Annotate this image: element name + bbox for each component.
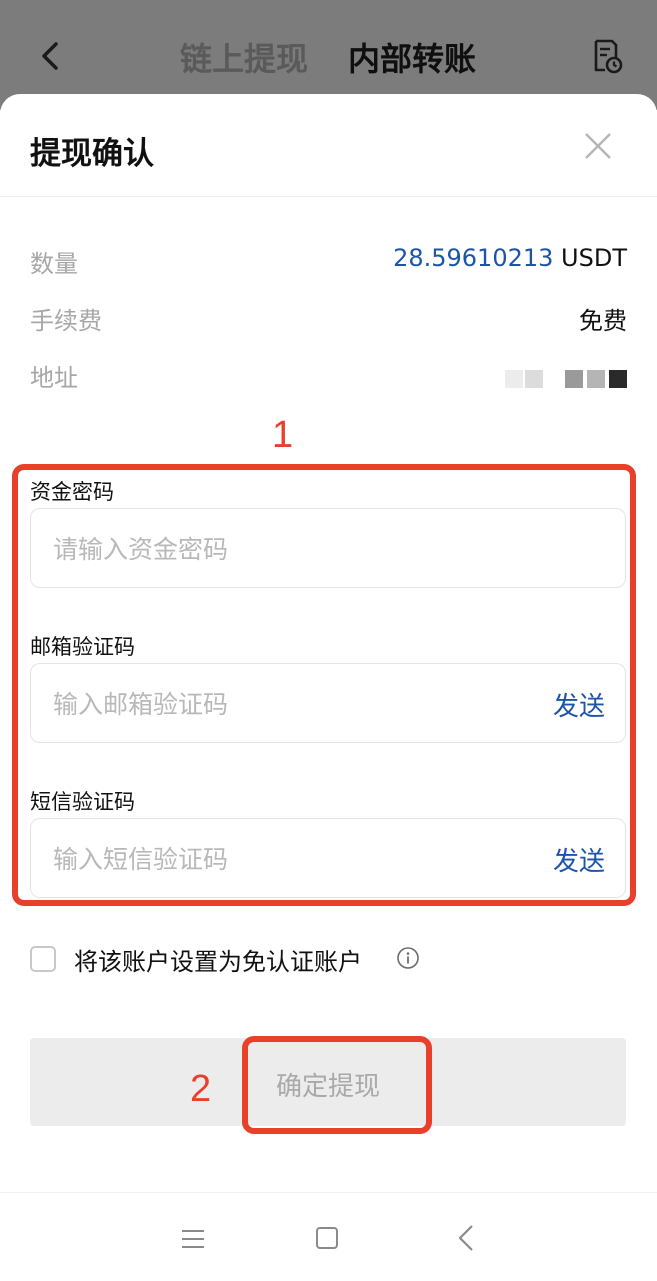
tab-internal-transfer[interactable]: 内部转账 (348, 34, 476, 80)
fund-password-label: 资金密码 (30, 480, 114, 504)
amount-unit: USDT (561, 244, 627, 272)
chevron-left-icon[interactable] (36, 38, 66, 74)
exempt-verification-checkbox[interactable] (30, 946, 56, 972)
redacted-block (587, 370, 605, 388)
info-circle-icon[interactable] (396, 946, 420, 970)
fee-label: 手续费 (30, 307, 102, 335)
system-nav-bar (0, 1192, 657, 1281)
email-code-input[interactable] (51, 664, 515, 744)
fund-password-input[interactable] (51, 509, 515, 589)
fund-password-field[interactable] (30, 508, 626, 589)
email-code-label: 邮箱验证码 (30, 635, 135, 659)
annotation-box-2 (242, 1036, 432, 1134)
divider (0, 196, 657, 197)
close-icon[interactable] (584, 132, 612, 160)
address-label: 地址 (30, 364, 78, 392)
tab-onchain-withdraw[interactable]: 链上提现 (180, 34, 308, 80)
redacted-block (525, 370, 543, 388)
recent-apps-icon[interactable] (181, 1229, 205, 1249)
back-icon[interactable] (456, 1223, 476, 1253)
redacted-block (505, 370, 523, 388)
amount-label: 数量 (30, 250, 78, 278)
annotation-number-1: 1 (272, 414, 294, 456)
document-clock-icon[interactable] (588, 38, 624, 74)
email-code-field[interactable]: 发送 (30, 663, 626, 744)
amount-number: 28.59610213 (393, 244, 554, 272)
fee-value: 免费 (579, 307, 627, 335)
exempt-verification-label[interactable]: 将该账户设置为免认证账户 (74, 942, 362, 977)
send-email-code-button[interactable]: 发送 (553, 686, 605, 723)
redacted-block (547, 370, 561, 388)
address-value-redacted (501, 364, 627, 392)
home-icon[interactable] (316, 1227, 338, 1249)
send-sms-code-button[interactable]: 发送 (553, 841, 605, 878)
redacted-block (565, 370, 583, 388)
redacted-block (609, 370, 627, 388)
sms-code-field[interactable]: 发送 (30, 818, 626, 899)
amount-value: 28.59610213 USDT (393, 244, 627, 272)
annotation-number-2: 2 (190, 1068, 212, 1110)
sms-code-label: 短信验证码 (30, 790, 135, 814)
sms-code-input[interactable] (51, 819, 515, 899)
sheet-title: 提现确认 (30, 136, 154, 172)
